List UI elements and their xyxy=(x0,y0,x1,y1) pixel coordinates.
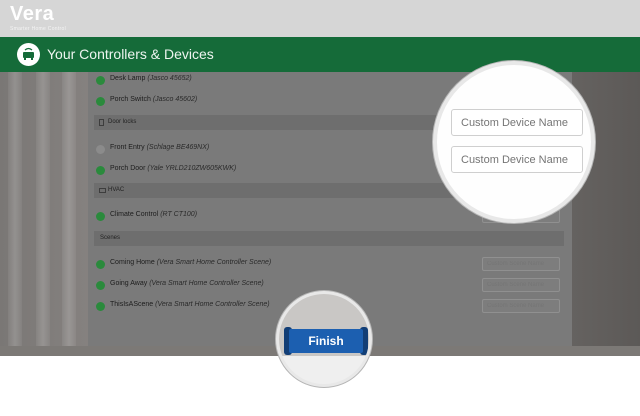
check-icon[interactable] xyxy=(96,281,105,290)
check-icon[interactable] xyxy=(96,97,105,106)
device-label: Porch Switch (Jasco 45602) xyxy=(110,96,198,103)
device-label: Front Entry (Schlage BE469NX) xyxy=(110,144,210,151)
finish-button[interactable]: Finish xyxy=(289,329,363,353)
logo-wordmark: Vera xyxy=(10,3,55,25)
screen: Vera Smarter Home Control Your Controlle… xyxy=(0,0,640,416)
custom-scene-name-input[interactable] xyxy=(482,257,560,271)
magnifier-device-name xyxy=(433,61,595,223)
check-icon[interactable] xyxy=(96,260,105,269)
controller-icon xyxy=(17,43,40,66)
thermostat-icon xyxy=(99,188,106,193)
custom-device-name-input-zoomed[interactable] xyxy=(451,146,583,173)
custom-scene-name-input[interactable] xyxy=(482,299,560,313)
section-label: Door locks xyxy=(108,119,137,125)
check-icon[interactable] xyxy=(96,212,105,221)
top-bar: Vera Smarter Home Control xyxy=(0,0,640,37)
check-icon[interactable] xyxy=(96,76,105,85)
check-icon[interactable] xyxy=(96,145,105,154)
device-label: Climate Control (RT CT100) xyxy=(110,211,198,218)
section-header-scenes: Scenes xyxy=(94,231,564,246)
page-title: Your Controllers & Devices xyxy=(47,46,214,62)
lock-icon xyxy=(99,119,104,126)
device-label: Porch Door (Yale YRLD210ZW605KWK) xyxy=(110,165,237,172)
check-icon[interactable] xyxy=(96,302,105,311)
custom-device-name-input-zoomed[interactable] xyxy=(451,109,583,136)
check-icon[interactable] xyxy=(96,166,105,175)
custom-scene-name-input[interactable] xyxy=(482,278,560,292)
vera-logo: Vera Smarter Home Control xyxy=(10,3,66,32)
curtain-fold xyxy=(62,72,76,356)
section-label: Scenes xyxy=(100,235,121,241)
scene-label: Going Away (Vera Smart Home Controller S… xyxy=(110,280,264,287)
magnifier-finish: Finish xyxy=(276,291,372,387)
device-label: Desk Lamp (Jasco 45652) xyxy=(110,75,192,82)
scene-label: ThisIsAScene (Vera Smart Home Controller… xyxy=(110,301,270,308)
section-label: HVAC xyxy=(108,187,125,193)
curtain-fold xyxy=(36,72,50,356)
logo-tagline: Smarter Home Control xyxy=(10,26,67,32)
curtain-fold xyxy=(8,72,22,356)
scene-label: Coming Home (Vera Smart Home Controller … xyxy=(110,259,272,266)
